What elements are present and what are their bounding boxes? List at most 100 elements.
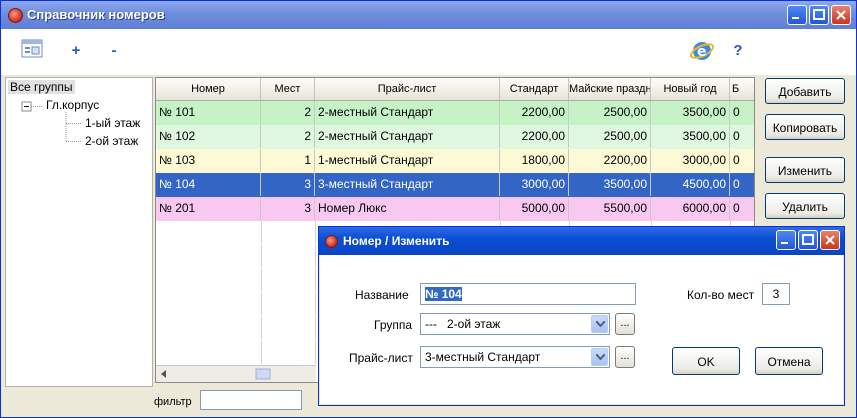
col-header-seats[interactable]: Мест — [261, 78, 315, 100]
cell-new-year[interactable]: 3500,00 — [651, 101, 730, 124]
group-select[interactable]: --- 2-ой этаж — [420, 313, 610, 335]
svg-text:e: e — [697, 44, 707, 60]
price-list-label: Прайс-лист — [349, 351, 413, 365]
cell-may[interactable]: 2500,00 — [569, 101, 651, 124]
col-header-number[interactable]: Номер — [156, 78, 261, 100]
group-tree[interactable]: Все группы Гл.корпус 1-ый этаж 2-ой этаж — [5, 77, 153, 387]
table-row[interactable]: № 103 1 1-местный Стандарт 1800,00 2200,00 30… — [156, 149, 754, 174]
dialog-close-button[interactable] — [820, 230, 840, 250]
filter-label: фильтр — [154, 396, 192, 408]
toolbar: + - e ? — [1, 29, 856, 75]
remove-icon[interactable]: - — [101, 39, 127, 65]
filter-input[interactable] — [200, 390, 302, 410]
cell-number[interactable]: № 103 — [156, 149, 261, 172]
table-row[interactable]: № 104 3 3-местный Стандарт 3000,00 3500,00 45… — [156, 173, 754, 198]
add-button[interactable]: Добавить — [765, 78, 845, 104]
col-header-may[interactable]: Майские праздн — [569, 78, 651, 100]
close-button[interactable] — [831, 5, 851, 25]
cell-standard[interactable]: 3000,00 — [500, 173, 569, 196]
tree-node-floor-1[interactable]: 1-ый этаж — [85, 116, 140, 130]
cell-standard[interactable]: 1800,00 — [500, 149, 569, 172]
grid-header: Номер Мест Прайс-лист Стандарт Майские п… — [156, 78, 754, 101]
table-row[interactable]: № 102 2 2-местный Стандарт 2200,00 2500,00 35… — [156, 125, 754, 150]
cell-seats[interactable]: 3 — [261, 197, 315, 220]
cell-extra[interactable]: 0 — [730, 173, 754, 196]
cell-number[interactable]: № 201 — [156, 197, 261, 220]
cell-new-year[interactable]: 3000,00 — [651, 149, 730, 172]
horizontal-scrollbar[interactable] — [156, 365, 316, 382]
cell-new-year[interactable]: 3500,00 — [651, 125, 730, 148]
name-field-value: № 104 — [425, 287, 462, 301]
grid-line — [261, 293, 262, 316]
cell-may[interactable]: 5500,00 — [569, 197, 651, 220]
dialog-minimize-button[interactable] — [776, 230, 796, 250]
price-list-select[interactable]: 3-местный Стандарт — [420, 346, 610, 368]
tree-node-building[interactable]: Гл.корпус — [46, 98, 99, 112]
seats-label: Кол-во мест — [687, 288, 755, 302]
cell-extra[interactable]: 0 — [730, 149, 754, 172]
col-header-standard[interactable]: Стандарт — [500, 78, 569, 100]
cell-new-year[interactable]: 6000,00 — [651, 197, 730, 220]
price-list-browse-button[interactable]: ... — [615, 346, 635, 368]
dialog-maximize-button[interactable] — [798, 230, 818, 250]
price-list-select-value: 3-местный Стандарт — [425, 350, 541, 364]
cell-number[interactable]: № 104 — [156, 173, 261, 196]
col-header-extra[interactable]: Б — [730, 78, 754, 100]
cell-standard[interactable]: 2200,00 — [500, 125, 569, 148]
cell-price-list[interactable]: 2-местный Стандарт — [315, 101, 500, 124]
grid-line — [315, 293, 316, 316]
cell-new-year[interactable]: 4500,00 — [651, 173, 730, 196]
internet-explorer-icon[interactable]: e — [689, 39, 715, 65]
cell-seats[interactable]: 1 — [261, 149, 315, 172]
delete-button[interactable]: Удалить — [765, 193, 845, 219]
chevron-down-icon[interactable] — [591, 315, 608, 333]
group-browse-button[interactable]: ... — [615, 313, 635, 335]
cell-standard[interactable]: 2200,00 — [500, 101, 569, 124]
group-label: Группа — [374, 318, 413, 332]
dialog-title-bar[interactable]: Номер / Изменить — [319, 227, 844, 255]
dialog-body: Название № 104 Кол-во мест 3 Группа --- … — [320, 255, 843, 404]
cell-seats[interactable]: 2 — [261, 125, 315, 148]
cell-number[interactable]: № 102 — [156, 125, 261, 148]
maximize-button[interactable] — [809, 5, 829, 25]
cell-price-list[interactable]: 3-местный Стандарт — [315, 173, 500, 196]
ok-button[interactable]: OK — [672, 347, 740, 375]
chevron-down-icon[interactable] — [591, 348, 608, 366]
help-icon[interactable]: ? — [725, 39, 751, 65]
edit-button[interactable]: Изменить — [765, 157, 845, 183]
cell-price-list[interactable]: 2-местный Стандарт — [315, 125, 500, 148]
col-header-new-year[interactable]: Новый год — [651, 78, 730, 100]
grid-line — [315, 317, 316, 340]
cell-extra[interactable]: 0 — [730, 125, 754, 148]
grid-line — [261, 341, 262, 364]
view-icon[interactable] — [19, 39, 45, 65]
cell-may[interactable]: 2500,00 — [569, 125, 651, 148]
tree-node-floor-2[interactable]: 2-ой этаж — [85, 134, 138, 148]
grid-line — [261, 245, 262, 268]
seats-field[interactable]: 3 — [762, 283, 790, 305]
cell-extra[interactable]: 0 — [730, 101, 754, 124]
grid-line — [261, 221, 262, 244]
cell-price-list[interactable]: 1-местный Стандарт — [315, 149, 500, 172]
cell-standard[interactable]: 5000,00 — [500, 197, 569, 220]
cell-seats[interactable]: 2 — [261, 101, 315, 124]
main-title-bar[interactable]: Справочник номеров — [1, 1, 856, 29]
grid-line — [261, 269, 262, 292]
col-header-price-list[interactable]: Прайс-лист — [315, 78, 500, 100]
cancel-button[interactable]: Отмена — [755, 347, 823, 375]
cell-may[interactable]: 3500,00 — [569, 173, 651, 196]
window-title: Справочник номеров — [27, 7, 165, 22]
cell-seats[interactable]: 3 — [261, 173, 315, 196]
copy-button[interactable]: Копировать — [765, 114, 845, 140]
grid-line — [315, 269, 316, 292]
table-row[interactable]: № 101 2 2-местный Стандарт 2200,00 2500,00 35… — [156, 101, 754, 126]
minimize-button[interactable] — [787, 5, 807, 25]
edit-room-dialog: Номер / Изменить Название № 104 Кол-во м… — [318, 226, 845, 406]
add-icon[interactable]: + — [63, 39, 89, 65]
table-row[interactable]: № 201 3 Номер Люкс 5000,00 5500,00 6000,00 0 — [156, 197, 754, 222]
cell-extra[interactable]: 0 — [730, 197, 754, 220]
cell-may[interactable]: 2200,00 — [569, 149, 651, 172]
name-field[interactable]: № 104 — [420, 283, 636, 305]
cell-number[interactable]: № 101 — [156, 101, 261, 124]
cell-price-list[interactable]: Номер Люкс — [315, 197, 500, 220]
